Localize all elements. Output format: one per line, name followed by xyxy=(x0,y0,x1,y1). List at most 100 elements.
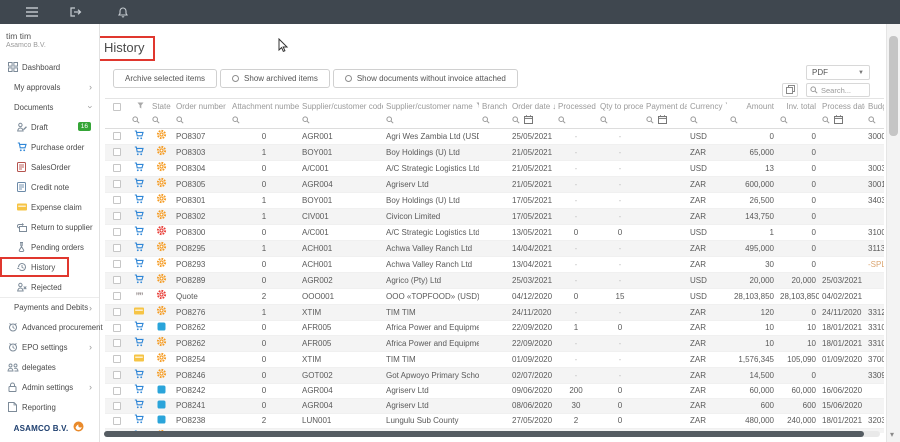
row-checkbox[interactable] xyxy=(113,308,121,316)
sidebar-item-return-to-supplier[interactable]: Return to supplier xyxy=(0,217,99,237)
row-checkbox[interactable] xyxy=(113,180,121,188)
column-header-checkbox[interactable] xyxy=(105,99,129,113)
search-icon[interactable] xyxy=(302,116,310,126)
row-checkbox[interactable] xyxy=(113,292,121,300)
table-row[interactable]: PO82420AGR004Agriserv Ltd09/06/20202000Z… xyxy=(105,384,884,399)
sidebar-item-pending-orders[interactable]: Pending orders xyxy=(0,237,99,257)
column-header-order_number[interactable]: Order number xyxy=(173,99,229,113)
horizontal-scrollbar[interactable] xyxy=(104,431,880,437)
logout-icon[interactable] xyxy=(70,7,82,17)
bell-icon[interactable] xyxy=(118,7,128,18)
calendar-icon[interactable] xyxy=(834,115,843,126)
column-header-state[interactable]: State xyxy=(149,99,173,113)
cart-icon[interactable] xyxy=(134,213,144,222)
column-header-process_date[interactable]: Process date xyxy=(819,99,865,113)
select-all-checkbox[interactable] xyxy=(113,103,121,111)
row-checkbox[interactable] xyxy=(113,244,121,252)
column-header-doc_icon[interactable] xyxy=(129,99,149,113)
funnel-icon[interactable] xyxy=(725,102,727,111)
sidebar-item-salesorder[interactable]: SalesOrder xyxy=(0,157,99,177)
search-icon[interactable] xyxy=(646,116,654,126)
sidebar-item-advanced-procurement[interactable]: Advanced procurement› xyxy=(0,317,99,337)
sidebar-item-documents[interactable]: Documents› xyxy=(0,97,99,117)
search-icon[interactable] xyxy=(730,116,738,126)
export-format-select[interactable]: PDF ▼ xyxy=(806,65,870,80)
export-button[interactable] xyxy=(782,83,798,97)
table-row[interactable]: PO82620AFR005Africa Power and Equipment.… xyxy=(105,336,884,352)
row-checkbox[interactable] xyxy=(113,387,121,395)
table-row[interactable]: PO83031BOY001Boy Holdings (U) Ltd21/05/2… xyxy=(105,145,884,161)
column-header-attachments[interactable]: Attachment numbers xyxy=(229,99,299,113)
row-checkbox[interactable] xyxy=(113,402,121,410)
table-row[interactable]: PO82930ACH001Achwa Valley Ranch Ltd13/04… xyxy=(105,257,884,273)
cart-icon[interactable] xyxy=(134,261,144,270)
row-checkbox[interactable] xyxy=(113,260,121,268)
table-row[interactable]: PO82410AGR004Agriserv Ltd08/06/2020300ZA… xyxy=(105,399,884,414)
table-row[interactable]: PO83021CIV001Civicon Limited17/05/2021--… xyxy=(105,209,884,225)
table-row[interactable]: PO82761XTIMTIM TIM24/11/2020--ZAR120024/… xyxy=(105,305,884,321)
sidebar-item-rejected[interactable]: Rejected xyxy=(0,277,99,297)
table-row[interactable]: PO83070AGR001Agri Wes Zambia Ltd (USD)25… xyxy=(105,129,884,145)
search-icon[interactable] xyxy=(558,116,566,126)
column-header-code[interactable]: Supplier/customer code xyxy=(299,99,383,113)
row-checkbox[interactable] xyxy=(113,276,121,284)
cart-icon[interactable] xyxy=(134,277,144,286)
row-checkbox[interactable] xyxy=(113,228,121,236)
funnel-icon[interactable] xyxy=(137,102,144,111)
column-header-order_date[interactable]: Order date↓ xyxy=(509,99,555,113)
cart-icon[interactable] xyxy=(134,229,144,238)
sidebar-item-expense-claim[interactable]: Expense claim xyxy=(0,197,99,217)
row-checkbox[interactable] xyxy=(113,164,121,172)
cart-icon[interactable] xyxy=(134,165,144,174)
cart-icon[interactable] xyxy=(134,149,144,158)
table-row[interactable]: PO83011BOY001Boy Holdings (U) Ltd17/05/2… xyxy=(105,193,884,209)
card-icon[interactable] xyxy=(134,308,144,317)
search-icon[interactable] xyxy=(232,116,240,126)
column-header-currency[interactable]: Currency xyxy=(687,99,727,113)
row-checkbox[interactable] xyxy=(113,339,121,347)
table-row[interactable]: PO82460GOT002Got Apwoyo Primary School02… xyxy=(105,368,884,384)
search-icon[interactable] xyxy=(176,116,184,126)
cart-icon[interactable] xyxy=(134,402,144,411)
cart-icon[interactable] xyxy=(134,133,144,142)
search-icon[interactable] xyxy=(780,116,788,126)
sidebar-item-delegates[interactable]: delegates xyxy=(0,357,99,377)
row-checkbox[interactable] xyxy=(113,212,121,220)
cart-icon[interactable] xyxy=(134,197,144,206)
column-header-inv_total[interactable]: Inv. total xyxy=(777,99,819,113)
sidebar-item-admin-settings[interactable]: Admin settings› xyxy=(0,377,99,397)
row-checkbox[interactable] xyxy=(113,196,121,204)
row-checkbox[interactable] xyxy=(113,132,121,140)
column-header-payment_date[interactable]: Payment date xyxy=(643,99,687,113)
column-header-qty_to_process[interactable]: Qty to process xyxy=(597,99,643,113)
horizontal-scrollbar-thumb[interactable] xyxy=(104,431,864,437)
archive-selected-button[interactable]: Archive selected items xyxy=(113,69,217,88)
calendar-icon[interactable] xyxy=(658,115,667,126)
row-checkbox[interactable] xyxy=(113,417,121,425)
column-header-budget_code[interactable]: Budget code xyxy=(865,99,884,113)
search-icon[interactable] xyxy=(482,116,490,126)
sidebar-item-payments-and-debits[interactable]: Payments and Debits› xyxy=(0,297,99,317)
cart-icon[interactable] xyxy=(134,340,144,349)
table-row[interactable]: PO82620AFR005Africa Power and Equipment.… xyxy=(105,321,884,336)
sidebar-item-reporting[interactable]: Reporting xyxy=(0,397,99,417)
row-checkbox[interactable] xyxy=(113,355,121,363)
show-without-invoice-button[interactable]: Show documents without invoice attached xyxy=(333,69,518,88)
table-row[interactable]: PO82890AGR002Agrico (Pty) Ltd25/03/2021-… xyxy=(105,273,884,289)
search-icon[interactable] xyxy=(868,116,876,126)
cart-icon[interactable] xyxy=(134,245,144,254)
column-header-name[interactable]: Supplier/customer name xyxy=(383,99,479,113)
cart-icon[interactable] xyxy=(134,181,144,190)
sidebar-item-history[interactable]: History xyxy=(0,257,69,277)
table-row[interactable]: PO83000A/C001A/C Strategic Logistics Ltd… xyxy=(105,225,884,241)
table-row[interactable]: PO82540XTIMTIM TIM01/09/2020--ZAR1,576,3… xyxy=(105,352,884,368)
sidebar-item-draft[interactable]: Draft16 xyxy=(0,117,99,137)
sidebar-item-my-approvals[interactable]: My approvals› xyxy=(0,77,99,97)
column-header-branch[interactable]: Branch xyxy=(479,99,509,113)
search-icon[interactable] xyxy=(690,116,698,126)
scroll-down-arrow-icon[interactable]: ▾ xyxy=(890,430,894,439)
sidebar-item-dashboard[interactable]: Dashboard xyxy=(0,57,99,77)
cart-icon[interactable] xyxy=(134,324,144,333)
sidebar-item-credit-note[interactable]: Credit note xyxy=(0,177,99,197)
table-row[interactable]: PO82382LUN001Lungulu Sub County27/05/202… xyxy=(105,414,884,429)
